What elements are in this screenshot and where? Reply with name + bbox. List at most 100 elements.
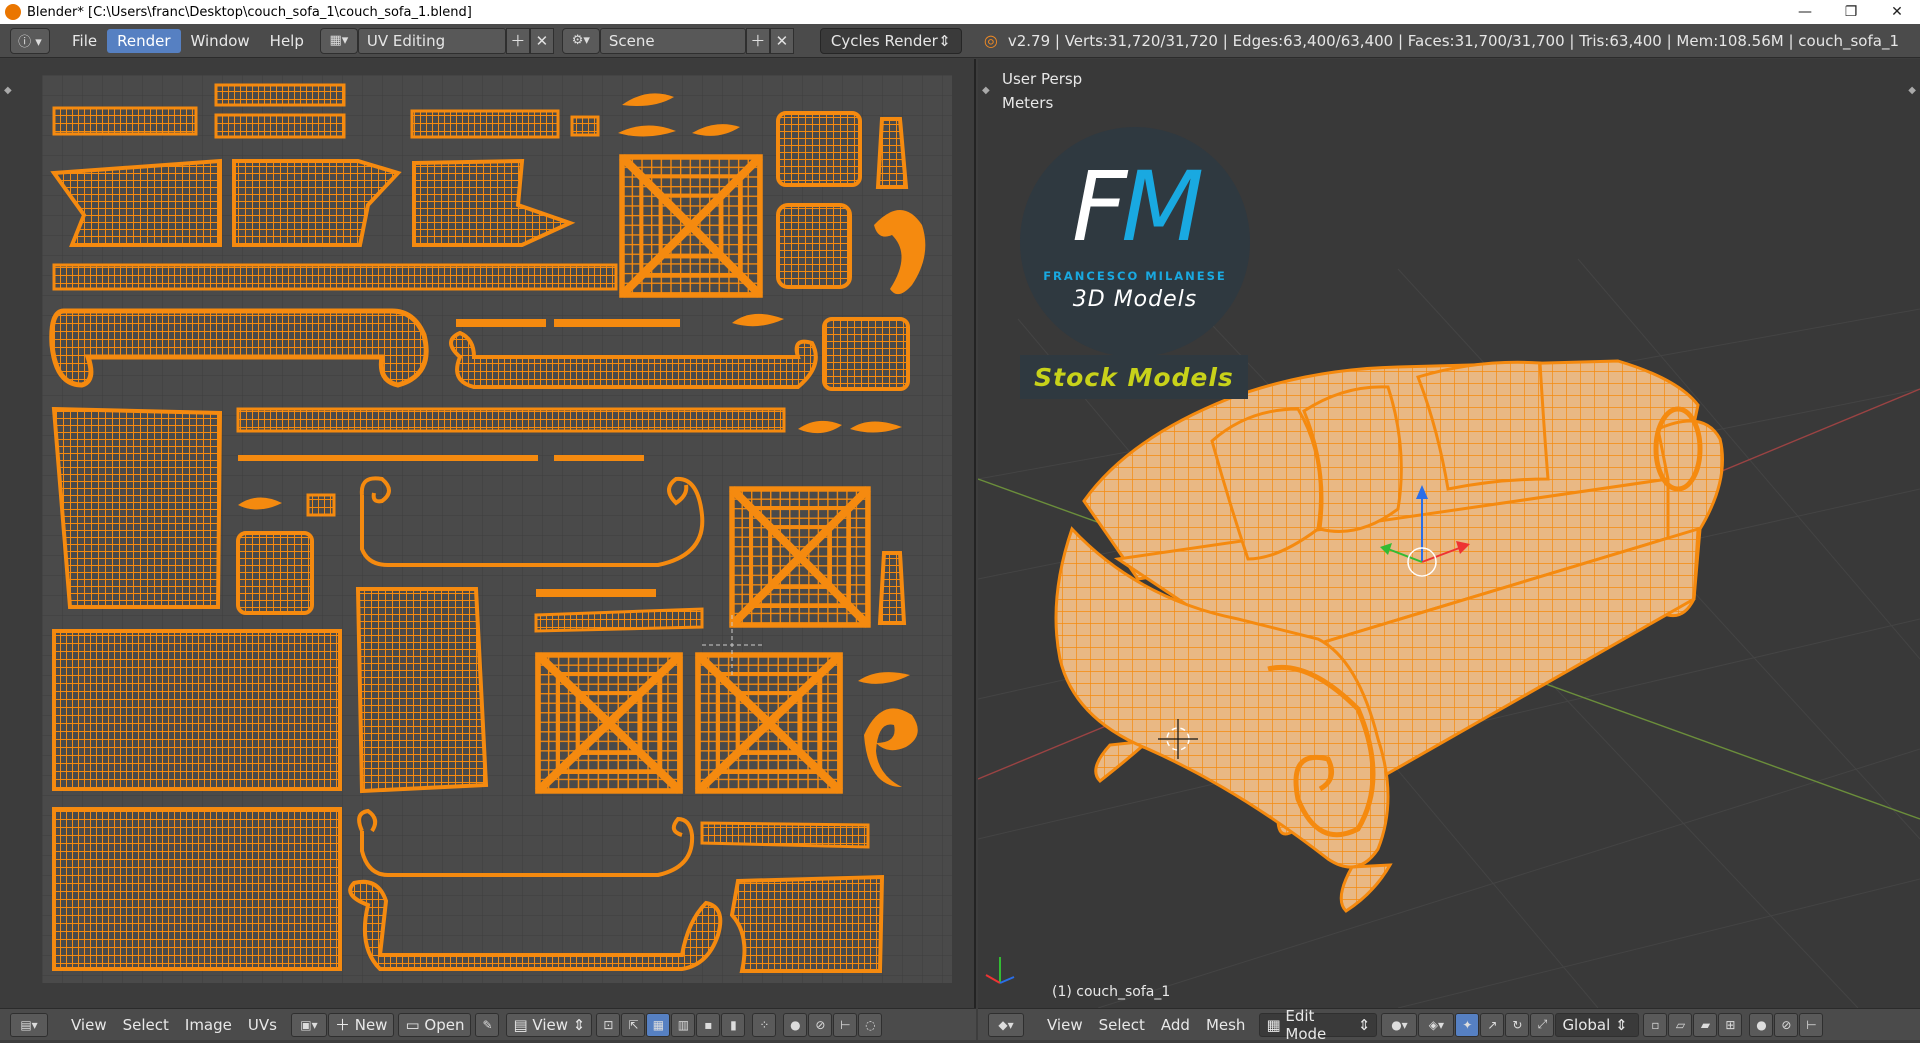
snap-target-icon[interactable]: ⊢ bbox=[833, 1012, 858, 1037]
uv-island bbox=[776, 203, 852, 289]
uv-island bbox=[700, 821, 870, 849]
vp-menu-select[interactable]: Select bbox=[1091, 1013, 1153, 1037]
scene-field[interactable]: Scene bbox=[599, 27, 746, 54]
mode-dropdown[interactable]: ▦ Edit Mode ⇕ bbox=[1259, 1007, 1378, 1043]
edge-select-icon[interactable]: ▥ bbox=[671, 1012, 696, 1037]
add-layout-button[interactable]: ＋ bbox=[505, 27, 530, 54]
minimize-button[interactable]: — bbox=[1782, 0, 1828, 24]
sticky-select-icon[interactable]: ⁘ bbox=[752, 1012, 777, 1037]
manipulator-toggle-icon[interactable]: ✦ bbox=[1455, 1012, 1480, 1037]
face-mode-icon[interactable]: ▰ bbox=[1693, 1012, 1718, 1037]
uv-island bbox=[238, 455, 538, 461]
new-image-label: New bbox=[354, 1015, 388, 1034]
remove-scene-button[interactable]: ✕ bbox=[769, 27, 794, 54]
pivot-icon[interactable]: ⊡ bbox=[596, 1012, 621, 1037]
dropdown-arrow-icon: ⇕ bbox=[1353, 1015, 1371, 1034]
snap-element-icon[interactable]: ⊢ bbox=[1799, 1012, 1824, 1037]
uv-island bbox=[456, 319, 546, 327]
uv-island bbox=[622, 157, 760, 295]
uv-island bbox=[776, 111, 862, 187]
3d-view-header: ◆▾ View Select Add Mesh ▦ Edit Mode ⇕ ●▾… bbox=[978, 1007, 1920, 1043]
uv-island bbox=[570, 115, 600, 137]
view-mode-dropdown[interactable]: ▤ View ⇕ bbox=[506, 1012, 593, 1037]
uv-island bbox=[355, 587, 489, 794]
sofa-mesh bbox=[1054, 359, 1724, 913]
vertex-select-icon[interactable]: ▦ bbox=[646, 1012, 671, 1037]
add-scene-button[interactable]: ＋ bbox=[745, 27, 770, 54]
open-image-button[interactable]: ▭ Open bbox=[398, 1012, 472, 1037]
scene-icon[interactable]: ⚙▾ bbox=[561, 27, 600, 54]
uv-sync-icon[interactable]: ⇱ bbox=[621, 1012, 646, 1037]
close-window-button[interactable]: ✕ bbox=[1874, 0, 1920, 24]
vp-menu-mesh[interactable]: Mesh bbox=[1198, 1013, 1254, 1037]
restore-button[interactable]: ❐ bbox=[1828, 0, 1874, 24]
orientation-dropdown[interactable]: Global ⇕ bbox=[1555, 1012, 1640, 1037]
island-select-icon[interactable]: ▮ bbox=[721, 1012, 746, 1037]
face-select-icon[interactable]: ▪ bbox=[696, 1012, 721, 1037]
uv-menu-select[interactable]: Select bbox=[115, 1013, 177, 1037]
pivot-point-icon[interactable]: ◈▾ bbox=[1418, 1012, 1455, 1037]
menu-render[interactable]: Render bbox=[107, 28, 181, 53]
remove-layout-button[interactable]: ✕ bbox=[529, 27, 554, 54]
translate-manipulator-icon[interactable]: ↗ bbox=[1480, 1012, 1505, 1037]
proportional-edit-3d-icon[interactable]: ● bbox=[1749, 1012, 1774, 1037]
uv-island bbox=[52, 106, 198, 136]
uv-menu-image[interactable]: Image bbox=[177, 1013, 240, 1037]
editor-type-image-icon[interactable]: ▤▾ bbox=[10, 1012, 48, 1037]
dropdown-arrow-icon: ⇕ bbox=[568, 1015, 586, 1034]
vertex-mode-icon[interactable]: ▫ bbox=[1643, 1012, 1668, 1037]
dropdown-arrow-icon: ⇕ bbox=[938, 31, 951, 50]
uv-island bbox=[554, 455, 644, 461]
uv-island bbox=[236, 407, 786, 433]
screen-layout-field[interactable]: UV Editing bbox=[357, 27, 506, 54]
editor-type-info-icon[interactable]: ⓘ ▾ bbox=[10, 27, 50, 54]
snap-icon[interactable]: ⊘ bbox=[808, 1012, 833, 1037]
window-titlebar: Blender* [C:\Users\franc\Desktop\couch_s… bbox=[0, 0, 1920, 24]
edge-mode-icon[interactable]: ▱ bbox=[1668, 1012, 1693, 1037]
render-engine-dropdown[interactable]: Cycles Render ⇕ bbox=[819, 27, 962, 54]
new-image-button[interactable]: ＋ New bbox=[327, 1012, 395, 1037]
axis-orientation-icon bbox=[985, 957, 1015, 984]
uv-island bbox=[538, 655, 680, 791]
editor-type-3d-icon[interactable]: ◆▾ bbox=[988, 1012, 1024, 1037]
uv-island bbox=[875, 117, 909, 189]
viewport-shading-icon[interactable]: ●▾ bbox=[1381, 1012, 1418, 1037]
uv-island bbox=[729, 874, 885, 973]
uv-island bbox=[214, 113, 346, 139]
uv-island bbox=[536, 589, 656, 597]
proportional-edit-icon[interactable]: ● bbox=[783, 1012, 808, 1037]
open-image-label: Open bbox=[424, 1015, 465, 1034]
screen-layout-icon[interactable]: ▦▾ bbox=[319, 27, 358, 54]
info-header: ⓘ ▾ File Render Window Help ▦▾ UV Editin… bbox=[0, 24, 1920, 58]
mask-icon[interactable]: ◌ bbox=[858, 1012, 883, 1037]
uv-island bbox=[732, 489, 868, 625]
logo-subtitle: 3D Models bbox=[1072, 287, 1198, 312]
uv-menu-uvs[interactable]: UVs bbox=[240, 1013, 285, 1037]
logo-letter-f: F bbox=[1071, 151, 1127, 263]
uv-island bbox=[554, 319, 680, 327]
menu-window[interactable]: Window bbox=[181, 29, 260, 53]
edit-mode-icon: ▦ bbox=[1266, 1015, 1286, 1034]
pin-icon[interactable]: ✎ bbox=[475, 1012, 500, 1037]
logo-monogram: FM bbox=[1020, 157, 1250, 257]
active-object-label: (1) couch_sofa_1 bbox=[1052, 984, 1171, 1000]
rotate-manipulator-icon[interactable]: ↻ bbox=[1505, 1012, 1530, 1037]
scene-stats: v2.79 | Verts:31,720/31,720 | Edges:63,4… bbox=[1007, 31, 1899, 50]
uv-layout-canvas[interactable] bbox=[42, 75, 952, 983]
dropdown-arrow-icon: ⇕ bbox=[1610, 1015, 1628, 1034]
render-engine-label: Cycles Render bbox=[830, 31, 938, 50]
vp-menu-view[interactable]: View bbox=[1039, 1013, 1091, 1037]
uv-menu-view[interactable]: View bbox=[63, 1013, 115, 1037]
uv-image-editor[interactable]: ◆ bbox=[0, 59, 976, 1008]
snap-3d-icon[interactable]: ⊘ bbox=[1774, 1012, 1799, 1037]
vp-menu-add[interactable]: Add bbox=[1153, 1013, 1198, 1037]
image-browse-icon[interactable]: ▣▾ bbox=[290, 1012, 327, 1037]
uv-island bbox=[52, 263, 618, 291]
occlude-geometry-icon[interactable]: ⊞ bbox=[1718, 1012, 1743, 1037]
scale-manipulator-icon[interactable]: ⤢ bbox=[1530, 1012, 1555, 1037]
uv-island bbox=[877, 551, 907, 625]
menu-file[interactable]: File bbox=[62, 29, 107, 53]
region-toggle-left-icon[interactable]: ◆ bbox=[4, 85, 12, 96]
uv-island bbox=[236, 531, 314, 615]
menu-help[interactable]: Help bbox=[260, 29, 314, 53]
